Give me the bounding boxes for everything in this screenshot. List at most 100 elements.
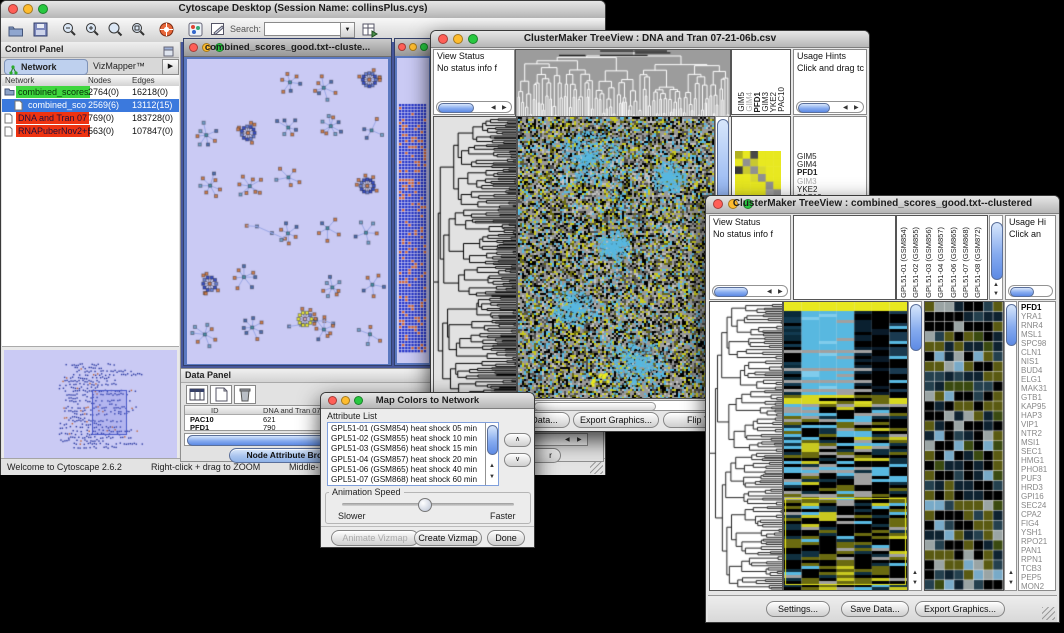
gene-list-item[interactable]: PUF3 (1021, 474, 1047, 483)
tv1-hscrollbar[interactable]: ◀ ▶ (517, 400, 729, 411)
gene-list-item[interactable]: PAN1 (1021, 546, 1047, 555)
attribute-item[interactable]: GPL51-07 (GSM868) heat shock 60 min (329, 475, 485, 485)
zoom-fit-icon[interactable] (107, 21, 125, 39)
scrollbar-thumb[interactable] (187, 435, 329, 446)
search-dropdown-icon[interactable]: ▼ (340, 22, 355, 38)
gene-list-item[interactable]: CPA2 (1021, 510, 1047, 519)
treeview1-titlebar[interactable]: ClusterMaker TreeView : DNA and Tran 07-… (431, 31, 869, 48)
scroll-down-icon[interactable]: ▼ (1008, 580, 1014, 586)
usage-hints-hscrollbar[interactable]: ◀ ▶ (796, 101, 864, 113)
col-id[interactable]: ID (211, 406, 219, 415)
tv2-row-dendrogram[interactable] (709, 301, 783, 591)
scrollbar-thumb[interactable] (438, 103, 474, 113)
scroll-right-icon[interactable]: ▶ (502, 105, 507, 111)
scroll-up-icon[interactable]: ▲ (993, 282, 999, 288)
column-label[interactable]: GPL51-01 (GSM854) (900, 227, 908, 298)
attribute-item[interactable]: GPL51-03 (GSM856) heat shock 15 min (329, 444, 485, 454)
scroll-down-icon[interactable]: ▼ (489, 474, 495, 480)
tv2-heatmap[interactable] (783, 301, 908, 591)
tv2-header-vscrollbar[interactable]: ▲ ▼ (989, 215, 1003, 300)
gene-list-item[interactable]: RPN1 (1021, 555, 1047, 564)
scrollbar-thumb[interactable] (910, 304, 922, 351)
move-down-button[interactable]: ∨ (504, 453, 531, 467)
tab-vizmapper[interactable]: VizMapper™ (89, 59, 159, 73)
table-row[interactable]: DNA and Tran 07769(0)183728(0) (2, 112, 179, 125)
column-label[interactable]: GPL51-04 (GSM857) (937, 227, 945, 298)
scroll-up-icon[interactable]: ▲ (489, 463, 495, 469)
resize-grip[interactable] (590, 461, 603, 474)
gene-list-item[interactable]: MAK31 (1021, 384, 1047, 393)
dialog-done-button[interactable]: Done (487, 530, 525, 546)
help-lifesaver-icon[interactable] (158, 21, 176, 39)
birdseye-view[interactable] (4, 350, 177, 460)
tv2-genelist-vscrollbar[interactable]: ▲ ▼ (1004, 301, 1017, 591)
gene-list-item[interactable]: KAP95 (1021, 402, 1047, 411)
save-icon[interactable] (32, 21, 50, 39)
tv2-zoom-view[interactable] (924, 301, 1004, 591)
gene-list-item[interactable]: MSL1 (1021, 330, 1047, 339)
scroll-up-icon[interactable]: ▲ (912, 570, 918, 576)
usage-hints-hscrollbar[interactable] (1008, 285, 1053, 297)
table-row[interactable]: combined_scores2764(0)16218(0) (2, 86, 179, 99)
gene-list-item[interactable]: HRD3 (1021, 483, 1047, 492)
gene-list-item[interactable]: YRA1 (1021, 312, 1047, 321)
tv2-export-graphics-button[interactable]: Export Graphics... (915, 601, 1005, 617)
move-up-button[interactable]: ∧ (504, 433, 531, 447)
scroll-left-icon[interactable]: ◀ (767, 289, 772, 295)
zoom-out-icon[interactable] (61, 21, 79, 39)
minimize-button[interactable] (409, 43, 417, 51)
new-attribute-icon[interactable] (210, 385, 232, 404)
treeview2-titlebar[interactable]: ClusterMaker TreeView : combined_scores_… (706, 196, 1059, 214)
gene-list-item[interactable]: MSI1 (1021, 438, 1047, 447)
gene-list-item[interactable]: FIG4 (1021, 519, 1047, 528)
gene-list-item[interactable]: SEC1 (1021, 447, 1047, 456)
delete-attribute-icon[interactable] (234, 385, 256, 404)
gene-list-item[interactable]: SEC24 (1021, 501, 1047, 510)
vizmap-icon[interactable] (187, 21, 205, 39)
gene-list-item[interactable]: RPO21 (1021, 537, 1047, 546)
tv1-matrix-view[interactable] (735, 151, 781, 197)
scrollbar-thumb[interactable] (991, 222, 1003, 280)
tv1-column-dendrogram[interactable] (515, 49, 731, 117)
gene-list-item[interactable]: YSH1 (1021, 528, 1047, 537)
scrollbar-thumb[interactable] (1010, 287, 1034, 297)
tab-network[interactable]: Network (4, 59, 88, 75)
zoom-button[interactable] (420, 43, 428, 51)
search-input[interactable] (264, 22, 342, 36)
network-canvas[interactable] (187, 59, 388, 364)
tv2-save-data-button[interactable]: Save Data... (841, 601, 909, 617)
scroll-right-icon[interactable]: ▶ (577, 437, 582, 443)
gene-list-item[interactable]: RNR4 (1021, 321, 1047, 330)
tv2-vscrollbar[interactable]: ▲ ▼ (908, 301, 922, 591)
tv1-export-graphics-button[interactable]: Export Graphics... (573, 412, 659, 428)
gene-list-item[interactable]: ELG1 (1021, 375, 1047, 384)
scrollbar-thumb[interactable] (714, 287, 748, 297)
gene-list-item[interactable]: PEP5 (1021, 573, 1047, 582)
speed-slider-thumb[interactable] (418, 498, 432, 512)
tab-overflow-icon[interactable]: ▶ (162, 59, 179, 75)
cytoscape-titlebar[interactable]: Cytoscape Desktop (Session Name: collins… (1, 1, 605, 19)
gene-list-item[interactable]: GTB1 (1021, 393, 1047, 402)
dialog-titlebar[interactable]: Map Colors to Network (321, 393, 534, 409)
scrollbar-thumb[interactable] (1006, 304, 1017, 346)
scrollbar-thumb[interactable] (798, 103, 830, 113)
gene-list-item[interactable]: HMG1 (1021, 456, 1047, 465)
gene-list-item[interactable]: NIS1 (1021, 357, 1047, 366)
column-label[interactable]: GPL51-03 (GSM856) (925, 227, 933, 298)
zoom-in-icon[interactable] (84, 21, 102, 39)
gene-list-item[interactable]: MON2 (1021, 582, 1047, 591)
column-label[interactable]: GPL51-02 (GSM855) (912, 227, 920, 298)
attribute-item[interactable]: GPL51-01 (GSM854) heat shock 05 min (329, 424, 485, 434)
scroll-right-icon[interactable]: ▶ (778, 289, 783, 295)
attribute-item[interactable]: GPL51-06 (GSM865) heat shock 40 min (329, 465, 485, 475)
import-table-icon[interactable] (361, 21, 379, 39)
dialog-animate-vizmap-button[interactable]: Animate Vizmap (331, 530, 419, 546)
gene-list-item[interactable]: NTR2 (1021, 429, 1047, 438)
gene-list-item[interactable]: TCB3 (1021, 564, 1047, 573)
open-file-icon[interactable] (7, 21, 25, 39)
gene-list-item[interactable]: BUD4 (1021, 366, 1047, 375)
gene-list-item[interactable]: PHO81 (1021, 465, 1047, 474)
scroll-left-icon[interactable]: ◀ (843, 105, 848, 111)
scroll-left-icon[interactable]: ◀ (491, 105, 496, 111)
scroll-left-icon[interactable]: ◀ (565, 437, 570, 443)
